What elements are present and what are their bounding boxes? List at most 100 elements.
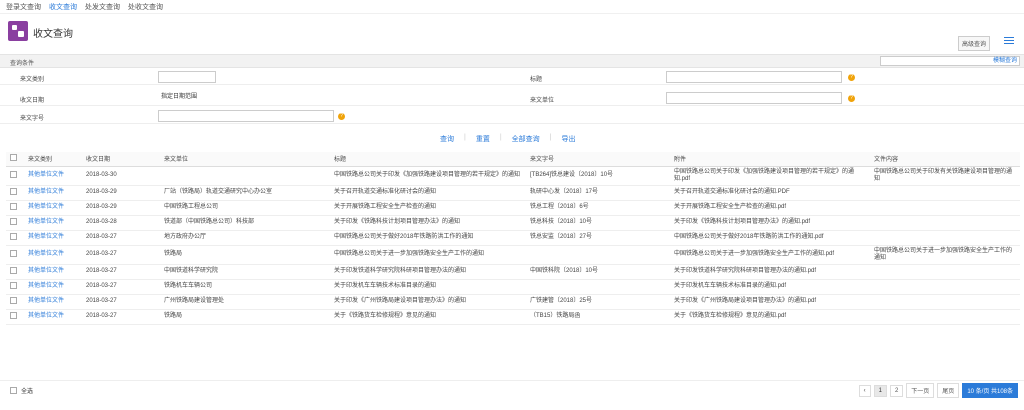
page-title: 收文查询 xyxy=(33,29,73,40)
cell-attachment[interactable]: 关于开展铁路工程安全生产检查的通知.pdf xyxy=(670,200,870,216)
cell-title[interactable]: 关于印发《广州铁路局建设项目管理办法》的通知 xyxy=(330,294,526,310)
select-all-label: 全选 xyxy=(21,389,34,395)
col-content[interactable]: 文件内容 xyxy=(870,152,1020,167)
form-row-2: 收文日期 指定日期范围 来文单位 ? xyxy=(0,91,1024,106)
number-input[interactable] xyxy=(158,110,334,122)
cell-date: 2018-03-29 xyxy=(82,185,160,201)
select-all[interactable]: 全选 xyxy=(10,386,33,395)
row-checkbox[interactable] xyxy=(10,266,17,274)
cell-attachment[interactable]: 关于印发《广州铁路局建设项目管理办法》的通知.pdf xyxy=(670,294,870,310)
col-unit[interactable]: 来文单位 xyxy=(160,152,330,167)
number-label: 来文字号 xyxy=(20,116,45,122)
table-row[interactable]: 其他单位文件 2018-03-27 广州铁路局建设管理处 关于印发《广州铁路局建设项目… xyxy=(6,294,1020,310)
page-1-button[interactable]: 1 xyxy=(873,384,887,397)
table-row[interactable]: 其他单位文件 2018-03-27 铁路局 中国铁路总公司关于进一步加强铁路安全生产工… xyxy=(6,245,1020,265)
table-row[interactable]: 其他单位文件 2018-03-27 地方政府办公厅 中国铁路总公司关于做好2018年铁… xyxy=(6,230,1020,246)
col-date[interactable]: 收文日期 xyxy=(82,152,160,167)
list-view-icon[interactable] xyxy=(1004,37,1014,45)
title-bar: 收文查询 高级查询 xyxy=(0,14,1024,51)
row-checkbox[interactable] xyxy=(10,202,17,210)
row-checkbox[interactable] xyxy=(10,170,17,178)
cell-attachment[interactable]: 关于《铁路货车检修规程》意见的通知.pdf xyxy=(670,309,870,325)
col-number[interactable]: 来文字号 xyxy=(526,152,670,167)
table-row[interactable]: 其他单位文件 2018-03-29 厂站（铁路局）轨道交通研究中心办公室 关于召开轨道… xyxy=(6,185,1020,201)
help-icon[interactable]: ? xyxy=(338,113,345,120)
cell-title[interactable]: 中国铁路总公司关于印发《加强铁路建设项目管理的若干规定》的通知 xyxy=(330,166,526,186)
unit-input[interactable] xyxy=(666,92,842,104)
query-button[interactable]: 查询 xyxy=(440,134,454,144)
cell-attachment[interactable]: 关于印发铁道科学研究院科研项目管理办法的通知.pdf xyxy=(670,264,870,280)
cell-content xyxy=(870,230,1020,246)
table-row[interactable]: 其他单位文件 2018-03-30 中国铁路总公司关于印发《加强铁路建设项目管理的若… xyxy=(6,166,1020,186)
table-row[interactable]: 其他单位文件 2018-03-27 铁路机车车辆公司 关于印发机车车辆技术标准目录的通… xyxy=(6,279,1020,295)
cell-type: 其他单位文件 xyxy=(24,166,82,186)
nav-item-dept-send-query[interactable]: 处发文查询 xyxy=(85,2,120,12)
cell-attachment[interactable]: 中国铁路总公司关于做好2018年铁路防洪工作的通知.pdf xyxy=(670,230,870,246)
cell-unit xyxy=(160,166,330,186)
action-bar: 查询 | 重置 | 全部查询 | 导出 xyxy=(440,134,576,144)
cell-attachment[interactable]: 关于印发机车车辆技术标准目录的通知.pdf xyxy=(670,279,870,295)
row-checkbox[interactable] xyxy=(10,232,17,240)
cell-date: 2018-03-27 xyxy=(82,230,160,246)
col-type[interactable]: 来文类别 xyxy=(24,152,82,167)
reset-button[interactable]: 重置 xyxy=(476,134,490,144)
cell-title[interactable]: 关于开展铁路工程安全生产检查的通知 xyxy=(330,200,526,216)
cell-title[interactable]: 关于印发铁道科学研究院科研项目管理办法的通知 xyxy=(330,264,526,280)
row-checkbox[interactable] xyxy=(10,296,17,304)
cell-type: 其他单位文件 xyxy=(24,279,82,295)
cell-title[interactable]: 中国铁路总公司关于进一步加强铁路安全生产工作的通知 xyxy=(330,245,526,265)
cell-number xyxy=(526,279,670,295)
query-all-button[interactable]: 全部查询 xyxy=(512,134,540,144)
col-title[interactable]: 标题 xyxy=(330,152,526,167)
last-page-button[interactable]: 尾页 xyxy=(937,383,960,398)
advanced-search-button[interactable]: 高级查询 xyxy=(957,36,990,51)
header-checkbox[interactable] xyxy=(10,154,17,162)
cell-attachment[interactable]: 关于召开轨道交通标准化研讨会的通知.PDF xyxy=(670,185,870,201)
cell-attachment[interactable]: 关于印发《铁路科技计划项目管理办法》的通知.pdf xyxy=(670,215,870,231)
help-icon[interactable]: ? xyxy=(848,95,855,102)
cell-title[interactable]: 关于召开轨道交通标准化研讨会的通知 xyxy=(330,185,526,201)
table-row[interactable]: 其他单位文件 2018-03-27 铁路局 关于《铁路货车检修规程》意见的通知 （TB1… xyxy=(6,309,1020,325)
cell-type: 其他单位文件 xyxy=(24,294,82,310)
page-size-select[interactable]: 10 条/页 共108条 xyxy=(962,383,1018,398)
row-checkbox[interactable] xyxy=(10,249,17,257)
row-checkbox[interactable] xyxy=(10,217,17,225)
row-checkbox[interactable] xyxy=(10,281,17,289)
date-range-select[interactable]: 指定日期范围 xyxy=(158,92,238,104)
cell-number xyxy=(526,245,670,265)
nav-item-receive-query[interactable]: 收文查询 xyxy=(49,2,77,12)
cell-title[interactable]: 关于印发机车车辆技术标准目录的通知 xyxy=(330,279,526,295)
cell-date: 2018-03-27 xyxy=(82,264,160,280)
cell-unit: 中国铁道科学研究院 xyxy=(160,264,330,280)
cell-date: 2018-03-30 xyxy=(82,166,160,186)
table-row[interactable]: 其他单位文件 2018-03-29 中国铁路工程总公司 关于开展铁路工程安全生产检查的… xyxy=(6,200,1020,216)
cell-content xyxy=(870,279,1020,295)
cell-attachment[interactable]: 中国铁路总公司关于印发《加强铁路建设项目管理的若干规定》的通知.pdf xyxy=(670,166,870,186)
col-attachment[interactable]: 附件 xyxy=(670,152,870,167)
cell-title[interactable]: 关于《铁路货车检修规程》意见的通知 xyxy=(330,309,526,325)
help-icon[interactable]: ? xyxy=(848,74,855,81)
export-button[interactable]: 导出 xyxy=(561,134,575,144)
cell-attachment[interactable]: 中国铁路总公司关于进一步加强铁路安全生产工作的通知.pdf xyxy=(670,245,870,265)
nav-item-send-query[interactable]: 登录文查询 xyxy=(6,2,41,12)
query-conditions-header: 查询条件 xyxy=(0,54,1024,68)
next-page-button[interactable]: 下一页 xyxy=(906,383,935,398)
cell-content xyxy=(870,309,1020,325)
app-icon xyxy=(8,21,28,41)
type-select[interactable] xyxy=(158,71,216,83)
cell-unit: 厂站（铁路局）轨道交通研究中心办公室 xyxy=(160,185,330,201)
table-row[interactable]: 其他单位文件 2018-03-27 中国铁道科学研究院 关于印发铁道科学研究院科研项目… xyxy=(6,264,1020,280)
unit-label: 来文单位 xyxy=(530,98,555,104)
row-checkbox[interactable] xyxy=(10,311,17,319)
row-checkbox[interactable] xyxy=(10,187,17,195)
page-2-button[interactable]: 2 xyxy=(889,384,904,397)
nav-item-dept-receive-query[interactable]: 处收文查询 xyxy=(128,2,163,12)
title-input[interactable] xyxy=(666,71,842,83)
cell-title[interactable]: 关于印发《铁路科技计划项目管理办法》的通知 xyxy=(330,215,526,231)
select-all-checkbox[interactable] xyxy=(10,387,17,394)
prev-page-button[interactable]: ‹ xyxy=(858,384,871,397)
cell-number: [TB264]铁总建设〔2018〕10号 xyxy=(526,166,670,186)
query-mode-select[interactable]: 模糊查询 xyxy=(880,56,1020,66)
cell-title[interactable]: 中国铁路总公司关于做好2018年铁路防洪工作的通知 xyxy=(330,230,526,246)
table-row[interactable]: 其他单位文件 2018-03-28 铁道部（中国铁路总公司）科技部 关于印发《铁路科技… xyxy=(6,215,1020,231)
